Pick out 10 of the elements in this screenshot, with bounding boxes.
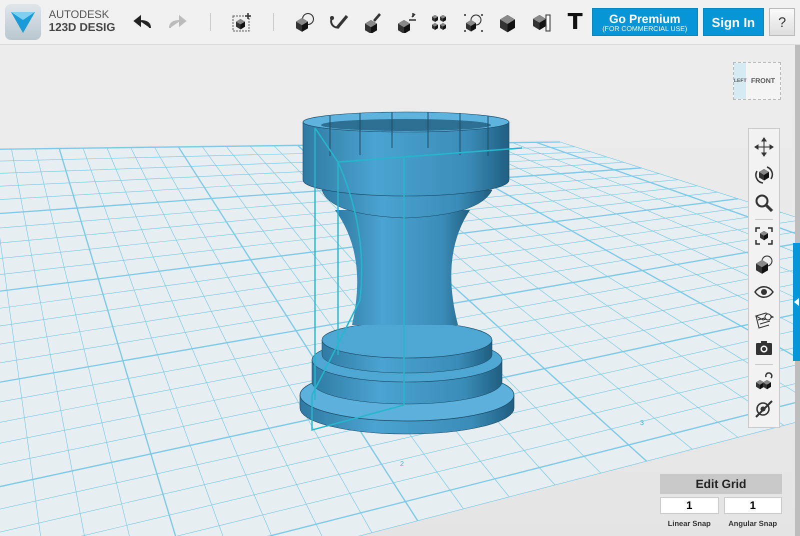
edit-grid-header: Edit Grid <box>660 474 782 494</box>
linear-snap-field[interactable]: 1 <box>660 497 718 514</box>
company-name: AUTODESK <box>48 9 110 22</box>
product-name: 123D DESIG <box>48 22 116 35</box>
text-tool-button[interactable]: T <box>558 7 592 37</box>
angular-snap-field[interactable]: 1 <box>724 497 782 514</box>
help-button[interactable]: ? <box>769 8 796 36</box>
caret-left-icon <box>794 298 799 306</box>
panel-toggle-tab[interactable] <box>793 243 800 361</box>
app-logo-icon <box>5 4 41 40</box>
